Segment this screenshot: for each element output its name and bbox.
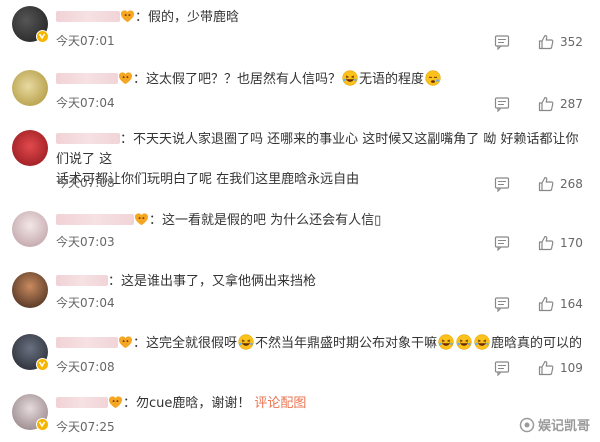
laughing-emoji-icon — [438, 334, 454, 350]
verified-badge-icon — [36, 30, 49, 43]
masked-username[interactable] — [56, 397, 108, 408]
avatar[interactable] — [12, 272, 48, 308]
comment-time: 今天07:01 — [56, 34, 115, 48]
image-comment-link[interactable]: 评论配图 — [254, 396, 306, 411]
comment-time: 今天07:08 — [56, 176, 115, 190]
thumbs-up-icon[interactable] — [538, 34, 554, 50]
comment-time: 今天07:08 — [56, 360, 115, 374]
comment-icon[interactable] — [494, 296, 510, 312]
comment-time: 今天07:04 — [56, 96, 115, 110]
comment-text: 不然当年鼎盛时期公布对象干嘛 — [255, 336, 438, 351]
like-count: 268 — [560, 177, 583, 191]
comment-text: 鹿晗真的可以的 — [491, 336, 583, 351]
like-count: 287 — [560, 97, 583, 111]
watermark-logo-icon — [519, 417, 535, 432]
thumbs-up-icon[interactable] — [538, 296, 554, 312]
avatar[interactable] — [12, 70, 48, 106]
comment-text: ：这是谁出事了，又拿他俩出来挡枪 — [108, 274, 317, 289]
comment-text: ：这一看就是假的吧 为什么还会有人信▯ — [149, 213, 382, 228]
verified-badge-icon — [36, 358, 49, 371]
heart-badge-icon — [118, 336, 133, 349]
masked-username[interactable] — [56, 275, 108, 286]
comment-time: 今天07:03 — [56, 235, 115, 249]
comment-icon[interactable] — [494, 34, 510, 50]
comment-time: 今天07:25 — [56, 420, 115, 434]
comment-text: ：这完全就很假呀 — [133, 336, 238, 351]
laughing-emoji-icon — [238, 334, 254, 350]
comment-text: ：假的，少带鹿晗 — [135, 10, 240, 25]
thumbs-up-icon[interactable] — [538, 235, 554, 251]
watermark: 娱记凯哥 — [519, 415, 590, 434]
thumbs-up-icon[interactable] — [538, 96, 554, 112]
masked-username[interactable] — [56, 133, 120, 144]
watermark-text: 娱记凯哥 — [537, 419, 590, 434]
verified-badge-icon — [36, 418, 49, 431]
heart-badge-icon — [118, 72, 133, 85]
heart-badge-icon — [108, 396, 123, 409]
comment-icon[interactable] — [494, 235, 510, 251]
sleepy-emoji-icon — [425, 70, 441, 86]
comment-icon[interactable] — [494, 96, 510, 112]
comment-time: 今天07:04 — [56, 296, 115, 310]
comment-text: ：不天天说人家退圈了吗 还哪来的事业心 这时候又这副嘴角了 呦 好赖话都让你们说… — [56, 132, 579, 167]
like-count: 352 — [560, 35, 583, 49]
masked-username[interactable] — [56, 337, 118, 348]
comment-text: ：勿cue鹿晗，谢谢！ — [123, 396, 251, 411]
thumbs-up-icon[interactable] — [538, 176, 554, 192]
laughing-emoji-icon — [456, 334, 472, 350]
like-count: 170 — [560, 236, 583, 250]
comment-text: ：这太假了吧？？也居然有人信吗？ — [133, 72, 342, 87]
comment-icon[interactable] — [494, 360, 510, 376]
comment-text: 无语的程度 — [359, 72, 425, 87]
masked-username[interactable] — [56, 11, 120, 22]
masked-username[interactable] — [56, 73, 118, 84]
like-count: 164 — [560, 297, 583, 311]
laughing-emoji-icon — [342, 70, 358, 86]
avatar[interactable] — [12, 211, 48, 247]
laughing-emoji-icon — [474, 334, 490, 350]
heart-badge-icon — [120, 10, 135, 23]
heart-badge-icon — [134, 213, 149, 226]
thumbs-up-icon[interactable] — [538, 360, 554, 376]
like-count: 109 — [560, 361, 583, 375]
masked-username[interactable] — [56, 214, 134, 225]
comment-icon[interactable] — [494, 176, 510, 192]
avatar[interactable] — [12, 130, 48, 166]
